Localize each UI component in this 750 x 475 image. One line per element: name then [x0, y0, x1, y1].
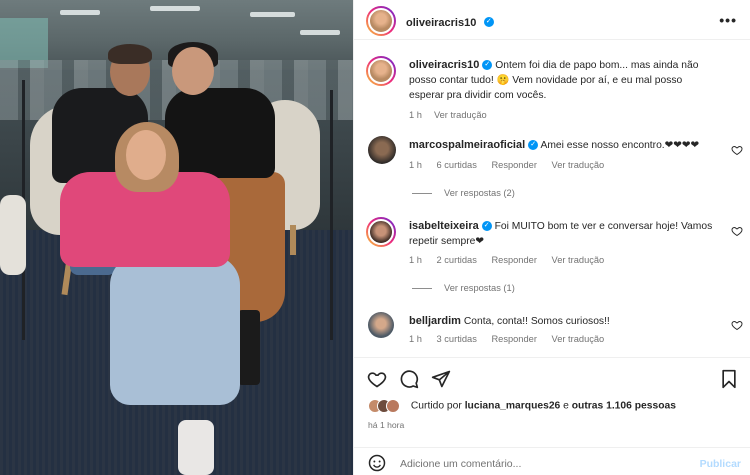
person-head	[126, 130, 166, 180]
comment-time: 1 h	[409, 160, 422, 170]
post-header: oliveiracris10 ✓ •••	[354, 0, 750, 40]
comment-likes[interactable]: 2 curtidas	[437, 255, 477, 265]
liked-by-others[interactable]: outras 1.106 pessoas	[572, 401, 676, 412]
translate-link[interactable]: Ver tradução	[552, 255, 605, 265]
reply-link[interactable]: Responder	[491, 334, 536, 344]
reply-link[interactable]: Responder	[491, 255, 536, 265]
chair-left	[0, 195, 26, 275]
comment-input[interactable]: Adicione um comentário...	[400, 458, 521, 470]
comment-body: Amei esse nosso encontro.❤❤❤❤	[540, 140, 700, 151]
translate-link[interactable]: Ver tradução	[552, 334, 605, 344]
paper-plane-icon[interactable]	[431, 369, 451, 389]
author-name-row: oliveiracris10 ✓	[406, 13, 494, 31]
person-boot	[238, 310, 260, 385]
verified-badge-icon: ✓	[481, 221, 492, 232]
comment-username[interactable]: belljardim	[409, 315, 461, 327]
commenter-avatar[interactable]	[366, 217, 396, 247]
comment-item: belljardim Conta, conta!! Somos curiosos…	[354, 310, 750, 350]
smiley-icon[interactable]	[368, 454, 386, 472]
comment-likes[interactable]: 3 curtidas	[437, 334, 477, 344]
person-jeans	[110, 255, 240, 405]
person-woman-black	[165, 88, 275, 178]
comment-text: isabelteixeira ✓ Foi MUITO bom te ver e c…	[409, 219, 717, 249]
comment-time: 1 h	[409, 334, 422, 344]
translate-link[interactable]: Ver tradução	[434, 110, 487, 120]
comment-bubble-icon[interactable]	[399, 369, 419, 389]
replies-divider	[412, 288, 432, 290]
verified-badge-icon: ✓	[483, 16, 494, 27]
chair-leg	[290, 225, 296, 255]
add-comment-bar: Adicione um comentário... Publicar	[354, 447, 750, 475]
author-avatar[interactable]	[366, 6, 396, 36]
liked-by-middle: e	[563, 400, 569, 412]
comment-item: marcospalmeiraoficial ✓ Amei esse nosso e…	[354, 132, 750, 204]
view-replies-label[interactable]: Ver respostas (2)	[444, 188, 515, 198]
comment-item: isabelteixeira ✓ Foi MUITO bom te ver e c…	[354, 215, 750, 297]
view-replies-label[interactable]: Ver respostas (1)	[444, 283, 515, 293]
author-username[interactable]: oliveiracris10	[406, 17, 476, 29]
translate-link[interactable]: Ver tradução	[552, 160, 605, 170]
post-photo[interactable]	[0, 0, 353, 475]
ceiling-light	[60, 10, 100, 15]
commenter-avatar[interactable]	[368, 136, 396, 164]
commenter-avatar[interactable]	[368, 312, 394, 338]
caption-time: 1 h	[409, 110, 422, 120]
caption-text: oliveiracris10 ✓ Ontem foi dia de papo bo…	[409, 58, 717, 103]
comment-body: Conta, conta!! Somos curiosos!!	[463, 316, 610, 327]
comment-text: marcospalmeiraoficial ✓ Amei esse nosso e…	[409, 138, 717, 153]
post-time[interactable]: há 1 hora	[368, 420, 404, 430]
more-options-icon[interactable]: •••	[719, 12, 737, 28]
post-actions-bar	[354, 357, 750, 397]
caption-username[interactable]: oliveiracris10	[409, 59, 479, 71]
comment-meta: 1 h 3 curtidas Responder Ver tradução	[409, 334, 616, 344]
comment-likes[interactable]: 6 curtidas	[437, 160, 477, 170]
view-replies[interactable]: Ver respostas (2)	[409, 188, 515, 198]
comment-username[interactable]: marcospalmeiraoficial	[409, 139, 525, 151]
comment-username[interactable]: isabelteixeira	[409, 220, 479, 232]
post-panel: oliveiracris10 ✓ ••• oliveiracris10 ✓ Ont…	[353, 0, 750, 475]
verified-badge-icon: ✓	[482, 60, 493, 71]
liker-avatar	[386, 399, 400, 413]
caption-meta: 1 h Ver tradução	[409, 110, 499, 120]
heart-icon[interactable]	[731, 319, 743, 331]
liked-by-prefix: Curtido por	[410, 400, 462, 412]
bookmark-icon[interactable]	[719, 369, 739, 389]
liked-by-user[interactable]: luciana_marques26	[465, 401, 561, 412]
view-replies[interactable]: Ver respostas (1)	[409, 283, 515, 293]
ceiling-light	[150, 6, 200, 11]
person-head	[172, 47, 214, 95]
heart-icon[interactable]	[731, 225, 743, 237]
ceiling-light	[250, 12, 295, 17]
comment-meta: 1 h 2 curtidas Responder Ver tradução	[409, 255, 616, 265]
publish-button[interactable]: Publicar	[700, 458, 741, 470]
post-caption: oliveiracris10 ✓ Ontem foi dia de papo bo…	[354, 52, 750, 122]
reply-link[interactable]: Responder	[491, 160, 536, 170]
comment-text: belljardim Conta, conta!! Somos curiosos…	[409, 314, 717, 329]
heart-icon[interactable]	[367, 369, 387, 389]
author-avatar[interactable]	[366, 56, 396, 86]
likes-summary: Curtido por luciana_marques26 e outras 1…	[368, 399, 676, 413]
person-shoe	[178, 420, 214, 475]
heart-icon[interactable]	[731, 144, 743, 156]
mic-stand	[330, 90, 333, 340]
comment-meta: 1 h 6 curtidas Responder Ver tradução	[409, 160, 616, 170]
comment-time: 1 h	[409, 255, 422, 265]
replies-divider	[412, 193, 432, 195]
person-hair	[108, 44, 152, 64]
verified-badge-icon: ✓	[528, 140, 539, 151]
ceiling-light	[300, 30, 340, 35]
